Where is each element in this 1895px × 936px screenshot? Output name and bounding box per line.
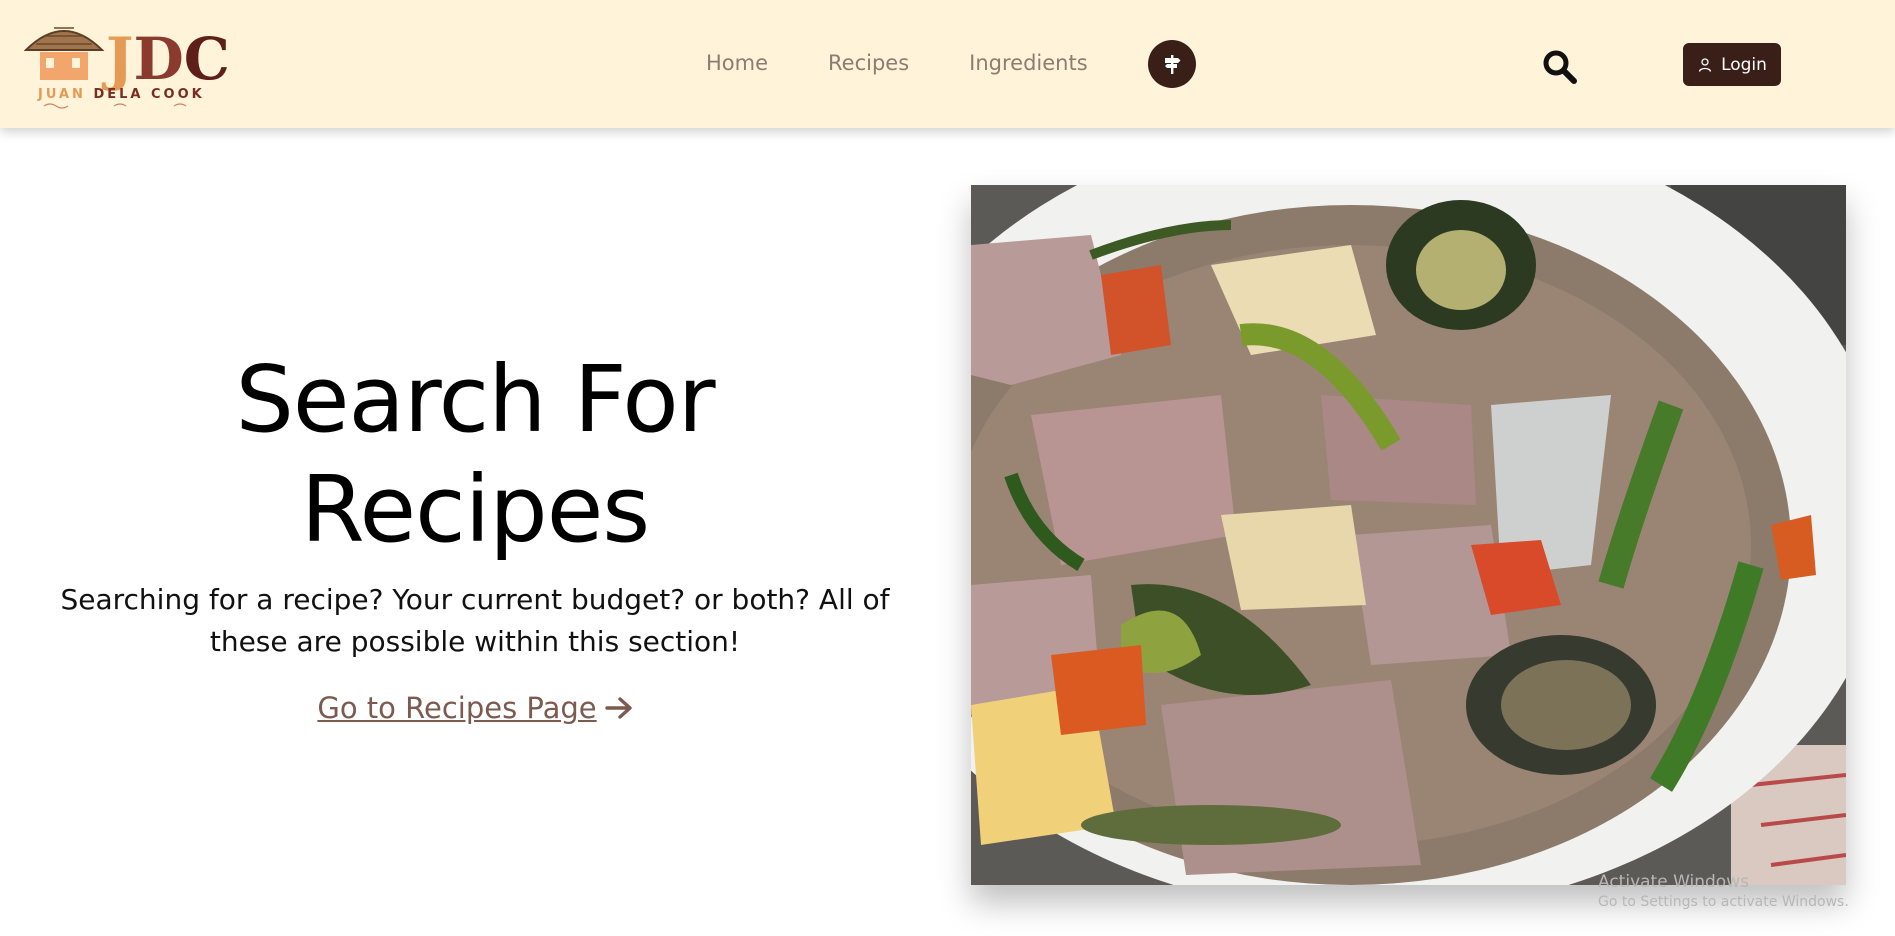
- nav-link-ingredients[interactable]: Ingredients: [969, 51, 1088, 75]
- svg-text:JDC: JDC: [101, 25, 230, 93]
- hero-title-line2: Recipes: [300, 456, 650, 563]
- login-button[interactable]: Login: [1683, 43, 1781, 86]
- brand-logo[interactable]: JDC JUAN DELA COOK: [23, 14, 234, 114]
- hero-title: Search For Recipes: [40, 345, 910, 565]
- nav-link-recipes[interactable]: Recipes: [828, 51, 909, 75]
- arrow-right-icon: [604, 697, 632, 719]
- hero-text-section: Search For Recipes Searching for a recip…: [40, 345, 910, 725]
- main-nav: Home Recipes Ingredients: [706, 46, 1088, 80]
- signpost-button[interactable]: [1148, 40, 1196, 88]
- search-icon: [1543, 50, 1577, 84]
- signpost-icon: [1165, 55, 1181, 74]
- nav-link-home[interactable]: Home: [706, 51, 768, 75]
- user-icon: [1698, 57, 1712, 72]
- watermark-line1: Activate Windows: [1598, 872, 1749, 892]
- windows-activation-watermark: Activate Windows Go to Settings to activ…: [1598, 872, 1849, 910]
- login-label: Login: [1721, 54, 1767, 75]
- go-to-recipes-label: Go to Recipes Page: [317, 691, 597, 725]
- sinigang-soup-image: [971, 185, 1846, 885]
- hero-description: Searching for a recipe? Your current bud…: [60, 583, 890, 658]
- hero-title-line1: Search For: [235, 346, 715, 453]
- navbar: JDC JUAN DELA COOK Home Recipes Ingredie…: [0, 0, 1895, 128]
- soup-illustration: [971, 185, 1846, 885]
- svg-text:JUAN DELA COOK: JUAN DELA COOK: [37, 87, 205, 102]
- go-to-recipes-link[interactable]: Go to Recipes Page: [317, 691, 632, 725]
- logo-graphic: JDC JUAN DELA COOK: [23, 25, 230, 109]
- watermark-line2: Go to Settings to activate Windows.: [1598, 894, 1849, 910]
- search-button[interactable]: [1541, 48, 1579, 86]
